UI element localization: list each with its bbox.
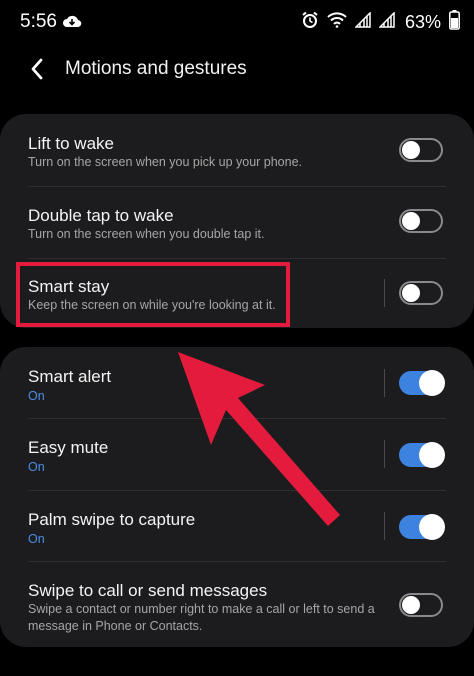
setting-swipe-to-call[interactable]: Swipe to call or send messages Swipe a c… [0,562,474,647]
header: Motions and gestures [0,50,474,90]
toggle-knob [402,141,420,159]
setting-description-line-1: Swipe a contact or number right to make … [28,602,375,616]
status-bar: 5:56 63% [0,0,474,44]
alarm-icon [301,11,319,34]
smart-stay-toggle[interactable] [399,281,443,305]
setting-description: Turn on the screen when you pick up your… [28,155,303,169]
setting-double-tap-to-wake[interactable]: Double tap to wake Turn on the screen wh… [0,187,474,258]
setting-title: Swipe to call or send messages [28,581,268,600]
lift-to-wake-toggle[interactable] [399,138,443,162]
annotation-highlight-box [16,262,290,327]
setting-title: Smart alert [28,367,112,386]
toggle-knob [402,212,420,230]
toggle-knob [402,596,420,614]
battery-percentage: 63% [404,12,441,32]
signal-icon-2 [378,11,395,33]
setting-lift-to-wake[interactable]: Lift to wake Turn on the screen when you… [0,114,474,185]
battery-icon [449,10,460,35]
toggle-knob [419,514,445,540]
setting-description: Turn on the screen when you double tap i… [28,227,265,241]
setting-status: On [28,532,45,546]
vertical-separator [384,440,385,468]
setting-palm-swipe-to-capture[interactable]: Palm swipe to capture On [0,491,474,561]
signal-icon [354,11,371,33]
smart-alert-toggle[interactable] [399,370,445,396]
setting-title: Double tap to wake [28,206,174,225]
page-title: Motions and gestures [65,58,247,79]
setting-title: Lift to wake [28,134,114,153]
setting-smart-alert[interactable]: Smart alert On [0,347,474,418]
chevron-left-icon [31,58,43,80]
toggle-knob [419,370,445,396]
setting-title: Palm swipe to capture [28,510,196,529]
double-tap-to-wake-toggle[interactable] [399,209,443,233]
setting-easy-mute[interactable]: Easy mute On [0,419,474,490]
setting-status: On [28,389,45,403]
wifi-icon [327,12,347,33]
cloud-download-icon [62,14,82,33]
swipe-to-call-toggle[interactable] [399,593,443,617]
vertical-separator [384,369,385,397]
easy-mute-toggle[interactable] [399,442,445,468]
vertical-separator [384,279,385,307]
status-time: 5:56 [20,11,57,32]
back-button[interactable] [20,52,54,86]
setting-description-line-2: message in Phone or Contacts. [28,619,203,633]
palm-swipe-to-capture-toggle[interactable] [399,514,445,540]
settings-group-2: Smart alert On Easy mute On Palm swipe t… [0,347,474,647]
toggle-knob [402,284,420,302]
toggle-knob [419,442,445,468]
vertical-separator [384,512,385,540]
setting-title: Easy mute [28,438,109,457]
setting-status: On [28,460,45,474]
